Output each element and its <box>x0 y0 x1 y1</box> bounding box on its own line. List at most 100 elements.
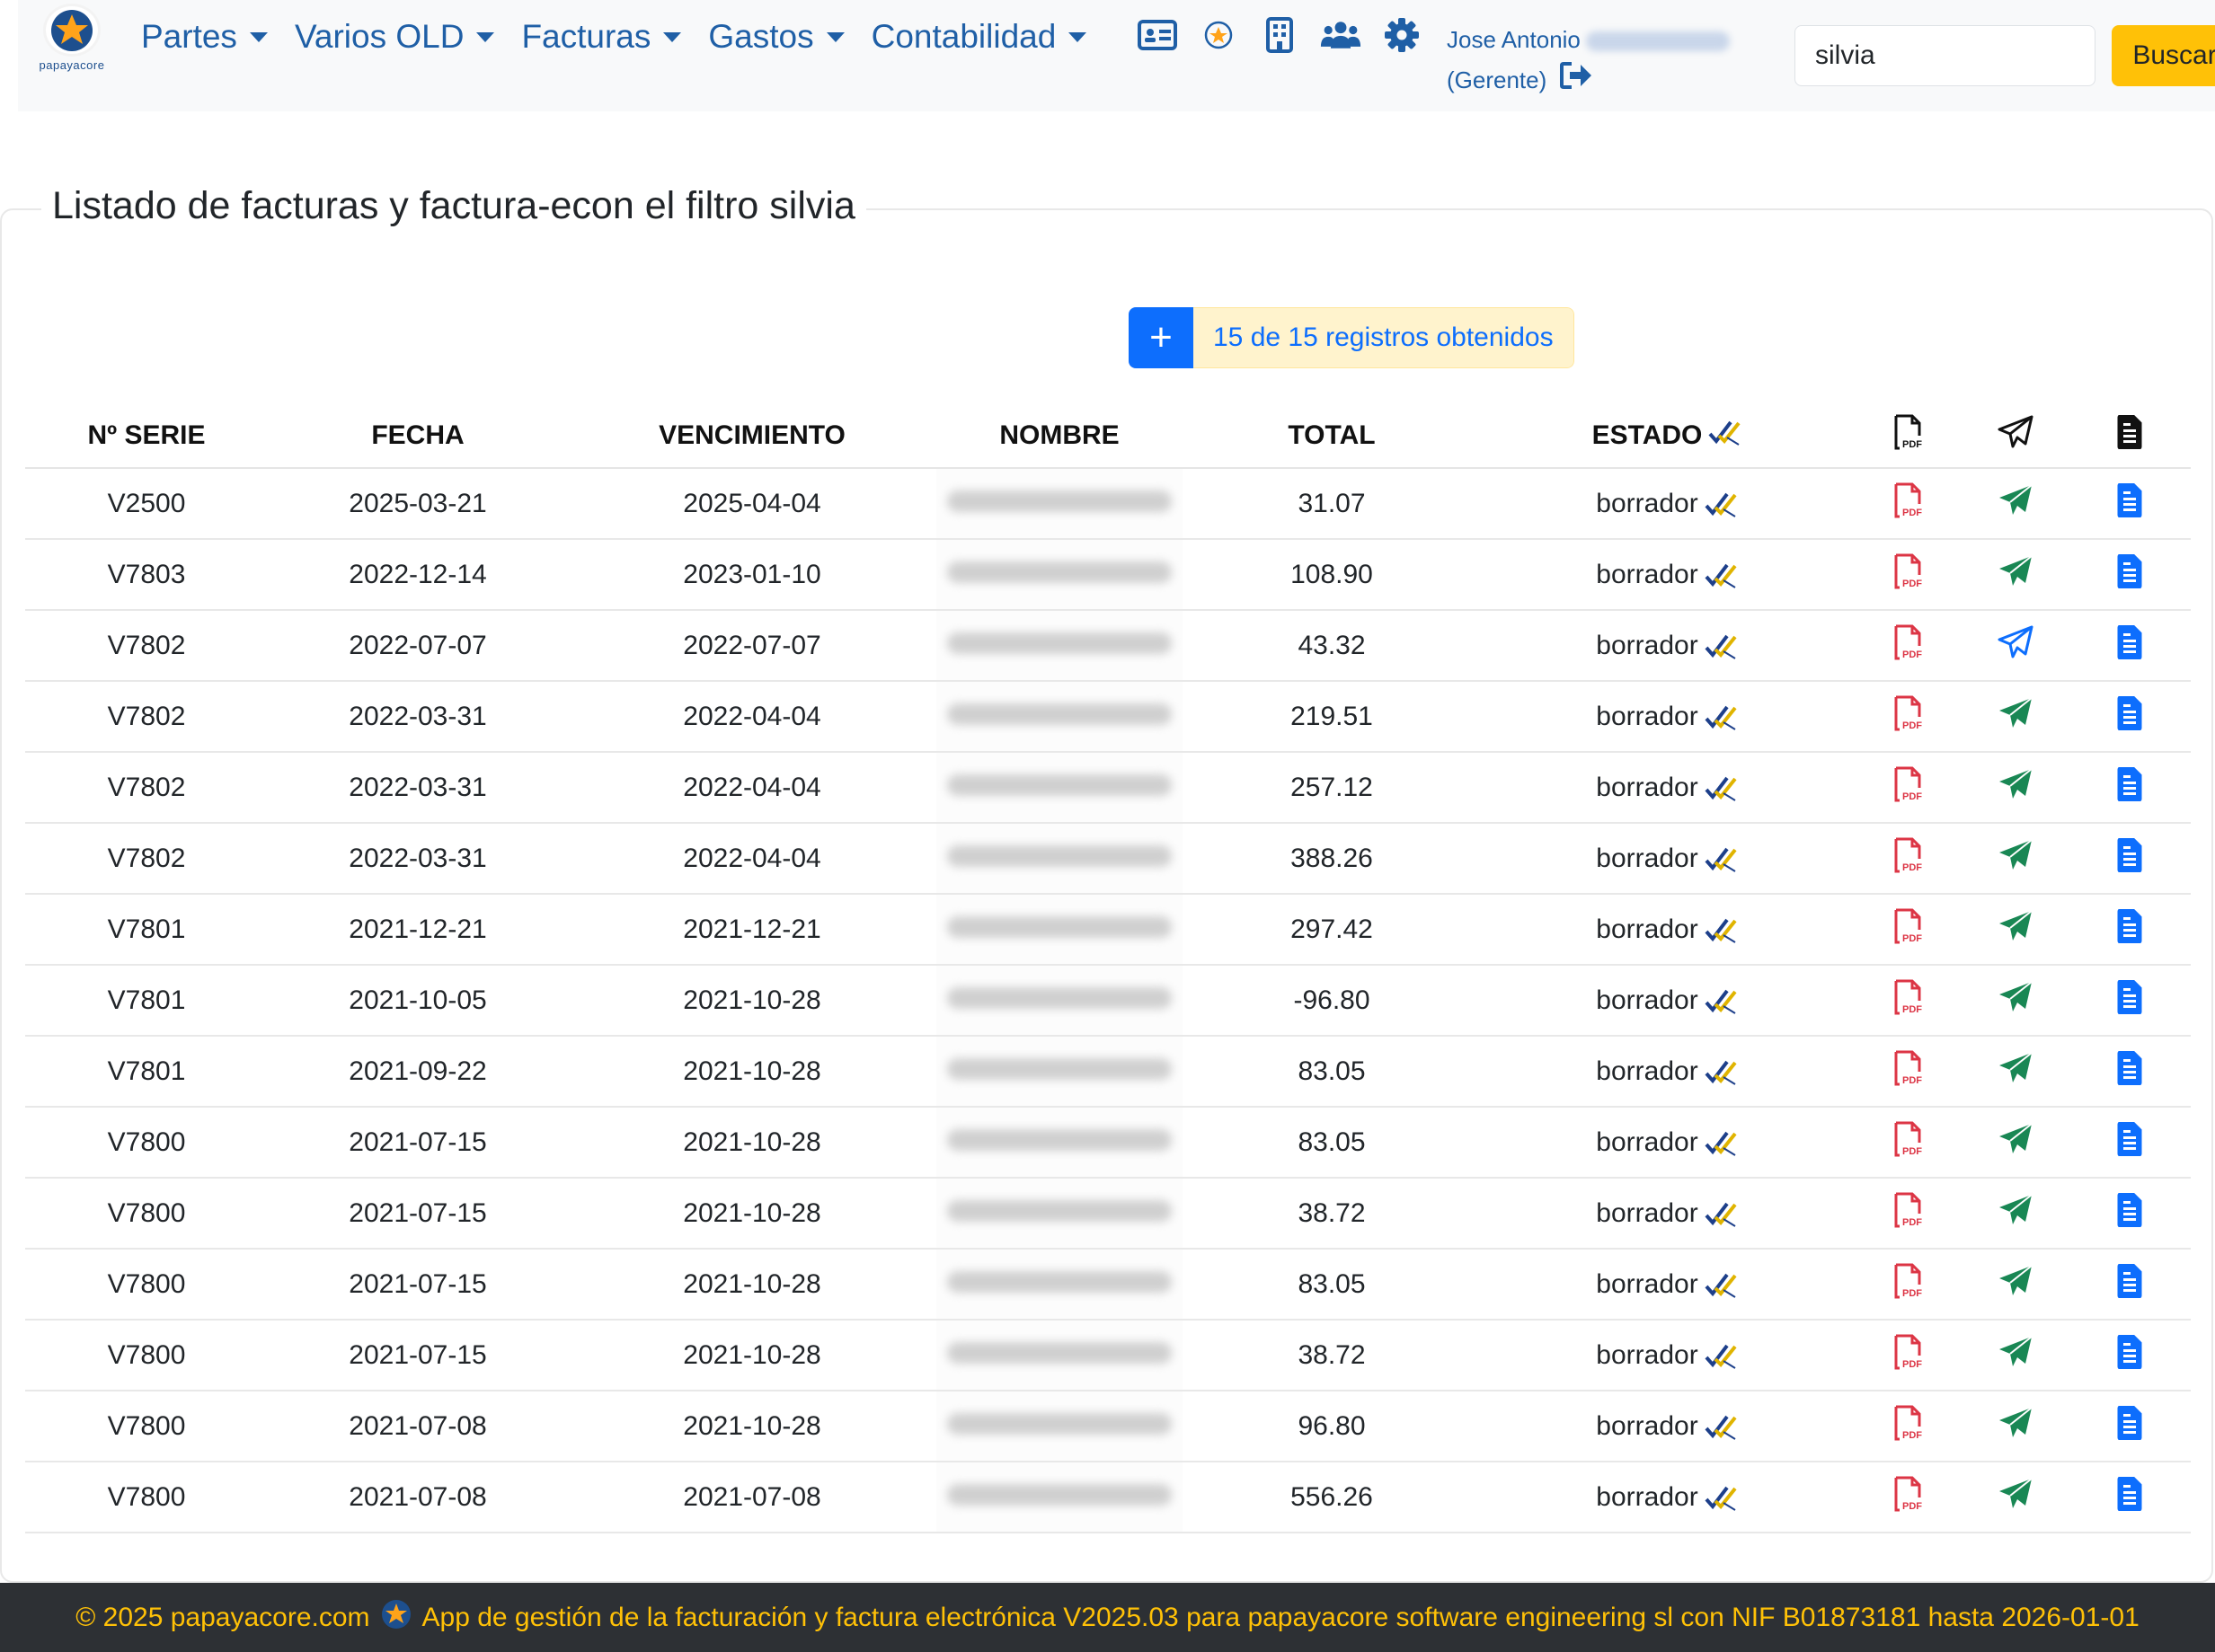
menu-gastos[interactable]: Gastos <box>708 18 845 56</box>
double-check-icon[interactable] <box>1704 702 1738 731</box>
table-row[interactable]: V7803 2022-12-14 2023-01-10 108.90 borrador P… <box>25 539 2191 611</box>
send-icon[interactable] <box>1998 1335 2033 1369</box>
document-icon[interactable] <box>2116 1334 2143 1369</box>
add-invoice-button[interactable]: + <box>1129 307 1193 368</box>
client-name-redacted <box>947 1483 1172 1506</box>
double-check-icon[interactable] <box>1704 1057 1738 1086</box>
table-row[interactable]: V7800 2021-07-15 2021-10-28 83.05 borrador PD… <box>25 1107 2191 1179</box>
send-icon[interactable] <box>1998 909 2033 943</box>
double-check-icon[interactable] <box>1704 773 1738 802</box>
send-icon[interactable] <box>1998 483 2033 517</box>
document-icon[interactable] <box>2116 482 2143 517</box>
pdf-icon[interactable]: PDF <box>1892 695 1923 731</box>
double-check-icon[interactable] <box>1704 1199 1738 1228</box>
table-row[interactable]: V7802 2022-03-31 2022-04-04 257.12 borrador P… <box>25 752 2191 824</box>
pdf-icon[interactable]: PDF <box>1892 553 1923 589</box>
id-card-icon[interactable] <box>1137 14 1178 56</box>
pdf-icon[interactable]: PDF <box>1892 837 1923 873</box>
table-row[interactable]: V7801 2021-12-21 2021-12-21 297.42 borrador P… <box>25 894 2191 966</box>
table-row[interactable]: V7801 2021-09-22 2021-10-28 83.05 borrador PD… <box>25 1036 2191 1108</box>
search-button[interactable]: Buscar <box>2112 25 2215 86</box>
double-check-icon[interactable] <box>1704 844 1738 873</box>
document-icon[interactable] <box>2116 1050 2143 1085</box>
send-icon[interactable] <box>1998 1477 2033 1511</box>
document-icon[interactable] <box>2116 1121 2143 1156</box>
pdf-icon[interactable]: PDF <box>1892 979 1923 1015</box>
send-icon[interactable] <box>1998 554 2033 588</box>
search-input[interactable] <box>1794 25 2095 86</box>
gear-icon[interactable] <box>1381 14 1422 56</box>
logo[interactable]: papayacore <box>23 4 120 72</box>
table-row[interactable]: V7802 2022-03-31 2022-04-04 219.51 borrador P… <box>25 681 2191 753</box>
double-check-icon[interactable] <box>1704 1128 1738 1157</box>
table-row[interactable]: V7802 2022-03-31 2022-04-04 388.26 borrador P… <box>25 823 2191 895</box>
send-icon[interactable] <box>1998 1264 2033 1298</box>
table-row[interactable]: V7800 2021-07-15 2021-10-28 38.72 borrador PD… <box>25 1178 2191 1250</box>
pdf-icon[interactable]: PDF <box>1892 908 1923 944</box>
pdf-icon[interactable]: PDF <box>1892 1476 1923 1512</box>
send-icon[interactable] <box>1998 1406 2033 1440</box>
document-icon[interactable] <box>2116 553 2143 588</box>
send-icon[interactable] <box>1998 625 2033 659</box>
pdf-icon[interactable]: PDF <box>1892 766 1923 802</box>
star-badge-icon[interactable] <box>1198 14 1239 56</box>
table-row[interactable]: V2500 2025-03-21 2025-04-04 31.07 borrador PD… <box>25 468 2191 540</box>
table-row[interactable]: V7801 2021-10-05 2021-10-28 -96.80 borrador P… <box>25 965 2191 1037</box>
document-icon[interactable] <box>2116 1263 2143 1298</box>
col-header-estado[interactable]: ESTADO <box>1481 404 1853 469</box>
document-icon[interactable] <box>2116 766 2143 801</box>
col-header-vencimiento[interactable]: VENCIMIENTO <box>568 404 936 469</box>
send-icon[interactable] <box>1998 696 2033 730</box>
table-row[interactable]: V7802 2022-07-07 2022-07-07 43.32 borrador PD… <box>25 610 2191 682</box>
cell-pdf: PDF <box>1853 894 1962 966</box>
top-navbar: papayacore Partes Varios OLD Facturas Ga… <box>18 0 2215 111</box>
menu-facturas[interactable]: Facturas <box>521 18 682 56</box>
send-icon[interactable] <box>1998 1193 2033 1227</box>
document-icon[interactable] <box>2116 695 2143 730</box>
pdf-icon[interactable]: PDF <box>1892 482 1923 518</box>
pdf-icon[interactable]: PDF <box>1892 1050 1923 1086</box>
col-header-nombre[interactable]: NOMBRE <box>936 404 1183 469</box>
pdf-icon[interactable]: PDF <box>1892 1192 1923 1228</box>
send-icon[interactable] <box>1998 1122 2033 1156</box>
double-check-icon[interactable] <box>1704 915 1738 944</box>
menu-contabilidad[interactable]: Contabilidad <box>872 18 1087 56</box>
logout-icon[interactable] <box>1559 61 1593 102</box>
menu-varios-old[interactable]: Varios OLD <box>295 18 495 56</box>
document-icon[interactable] <box>2116 1476 2143 1511</box>
col-header-fecha[interactable]: FECHA <box>268 404 568 469</box>
send-icon[interactable] <box>1998 1051 2033 1085</box>
document-icon[interactable] <box>2116 979 2143 1014</box>
table-row[interactable]: V7800 2021-07-15 2021-10-28 38.72 borrador PD… <box>25 1320 2191 1391</box>
double-check-icon[interactable] <box>1704 1483 1738 1512</box>
col-header-total[interactable]: TOTAL <box>1183 404 1481 469</box>
cell-total: 83.05 <box>1183 1036 1481 1108</box>
send-icon[interactable] <box>1998 980 2033 1014</box>
table-row[interactable]: V7800 2021-07-08 2021-10-28 96.80 borrador PD… <box>25 1391 2191 1462</box>
double-check-icon[interactable] <box>1704 632 1738 660</box>
send-icon[interactable] <box>1998 767 2033 801</box>
double-check-icon[interactable] <box>1704 1270 1738 1299</box>
double-check-icon[interactable] <box>1704 1412 1738 1441</box>
double-check-icon[interactable] <box>1704 561 1738 589</box>
send-icon[interactable] <box>1998 838 2033 872</box>
document-icon[interactable] <box>2116 837 2143 872</box>
users-icon[interactable] <box>1320 14 1361 56</box>
pdf-icon[interactable]: PDF <box>1892 624 1923 660</box>
document-icon[interactable] <box>2116 1405 2143 1440</box>
col-header-serie[interactable]: Nº SERIE <box>25 404 268 469</box>
building-icon[interactable] <box>1259 14 1300 56</box>
double-check-icon[interactable] <box>1704 986 1738 1015</box>
table-row[interactable]: V7800 2021-07-08 2021-07-08 556.26 borrador P… <box>25 1462 2191 1533</box>
pdf-icon[interactable]: PDF <box>1892 1263 1923 1299</box>
document-icon[interactable] <box>2116 908 2143 943</box>
pdf-icon[interactable]: PDF <box>1892 1334 1923 1370</box>
pdf-icon[interactable]: PDF <box>1892 1405 1923 1441</box>
double-check-icon[interactable] <box>1704 490 1738 518</box>
document-icon[interactable] <box>2116 1192 2143 1227</box>
menu-partes[interactable]: Partes <box>141 18 268 56</box>
table-row[interactable]: V7800 2021-07-15 2021-10-28 83.05 borrador PD… <box>25 1249 2191 1321</box>
document-icon[interactable] <box>2116 624 2143 659</box>
pdf-icon[interactable]: PDF <box>1892 1121 1923 1157</box>
double-check-icon[interactable] <box>1704 1341 1738 1370</box>
